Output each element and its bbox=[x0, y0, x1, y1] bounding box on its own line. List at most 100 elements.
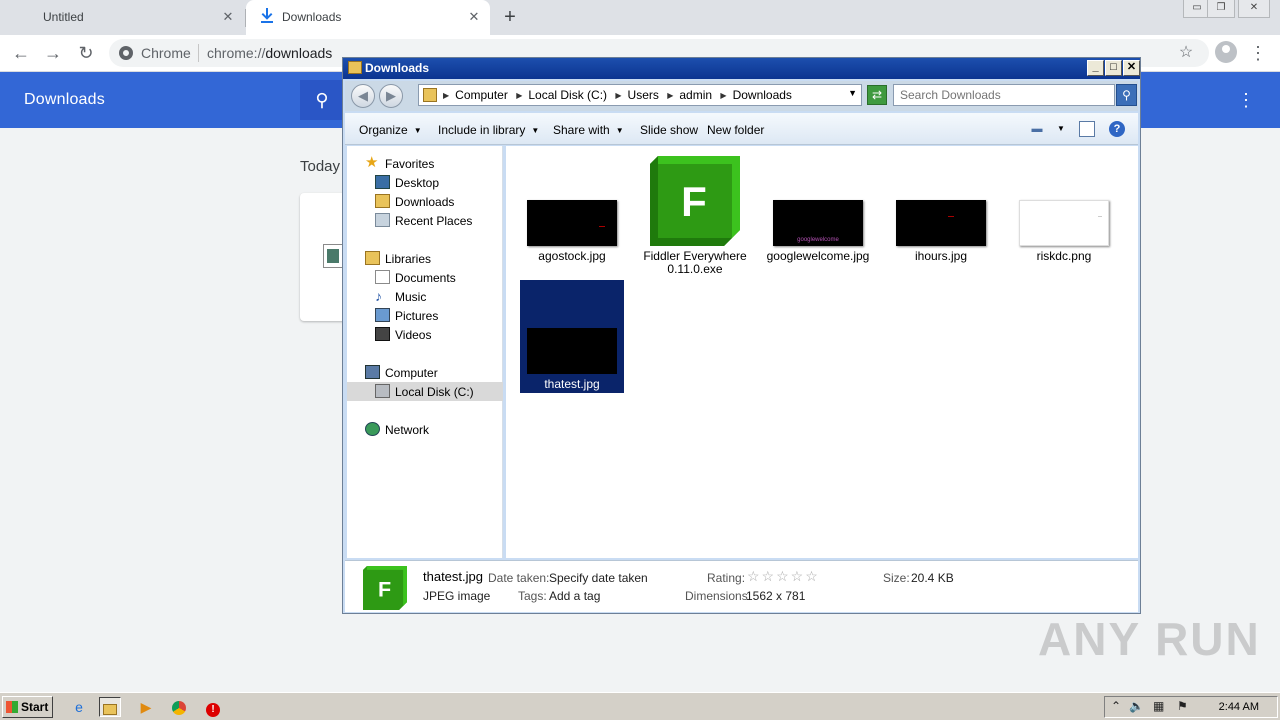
nav-network[interactable]: Network bbox=[347, 420, 503, 439]
breadcrumb-admin[interactable]: admin bbox=[679, 88, 712, 102]
file-item[interactable]: googlewelcome googlewelcome.jpg bbox=[766, 156, 870, 266]
chevron-up-icon[interactable]: ⌃ bbox=[1111, 699, 1121, 713]
network-tray-icon[interactable]: ▦ bbox=[1153, 699, 1164, 713]
nav-music[interactable]: ♪ Music bbox=[347, 287, 503, 306]
volume-icon[interactable]: 🔈 bbox=[1129, 699, 1144, 713]
back-arrow-icon[interactable]: ← bbox=[8, 40, 34, 66]
back-arrow-icon[interactable]: ◀ bbox=[351, 84, 375, 108]
help-icon[interactable]: ? bbox=[1109, 121, 1125, 137]
tab-title: Downloads bbox=[282, 10, 342, 24]
search-input[interactable] bbox=[893, 84, 1115, 106]
file-item[interactable]: agostock.jpg bbox=[520, 156, 624, 266]
thumb-text: googlewelcome bbox=[797, 237, 839, 243]
minimize-icon[interactable]: _ bbox=[1087, 60, 1104, 76]
menu-kebab-icon[interactable]: ⋮ bbox=[1245, 40, 1271, 66]
search-icon[interactable]: ⚲ bbox=[1116, 84, 1137, 106]
chevron-right-icon[interactable]: ▶ bbox=[615, 91, 621, 100]
image-thumbnail bbox=[896, 200, 986, 246]
svg-text:F: F bbox=[378, 577, 391, 601]
file-item[interactable]: F Fiddler Everywhere 0.11.0.exe bbox=[643, 156, 747, 276]
file-item-selected[interactable]: thatest.jpg bbox=[520, 280, 624, 393]
explorer-titlebar[interactable]: Downloads _ □ ✕ bbox=[343, 58, 1140, 79]
address-bar[interactable]: ▶ Computer ▶ Local Disk (C:) ▶ Users ▶ admin… bbox=[418, 84, 862, 106]
chevron-right-icon[interactable]: ▶ bbox=[516, 91, 522, 100]
nav-recent-places[interactable]: Recent Places bbox=[347, 211, 503, 230]
dimensions-label: Dimensions: bbox=[685, 589, 752, 603]
forward-arrow-icon[interactable]: ▶ bbox=[379, 84, 403, 108]
image-thumbnail bbox=[1019, 200, 1109, 246]
breadcrumb: ▶ Computer ▶ Local Disk (C:) ▶ Users ▶ admin… bbox=[443, 88, 797, 102]
close-window-icon[interactable]: ✕ bbox=[1238, 0, 1270, 18]
internet-explorer-icon[interactable]: e bbox=[68, 697, 90, 717]
tab-downloads[interactable]: Downloads ✕ bbox=[246, 0, 490, 35]
chevron-right-icon[interactable]: ▶ bbox=[667, 91, 673, 100]
nav-label: Computer bbox=[385, 366, 438, 380]
nav-videos[interactable]: Videos bbox=[347, 325, 503, 344]
slide-show-button[interactable]: Slide show bbox=[640, 123, 698, 137]
rating-stars[interactable]: ☆☆☆☆☆ bbox=[747, 568, 820, 585]
breadcrumb-downloads[interactable]: Downloads bbox=[733, 88, 792, 102]
size-value: 20.4 KB bbox=[911, 571, 954, 585]
section-today: Today bbox=[300, 158, 341, 175]
profile-avatar[interactable] bbox=[1215, 41, 1237, 63]
star-icon[interactable]: ☆ bbox=[1173, 40, 1199, 66]
close-icon[interactable]: ✕ bbox=[464, 7, 484, 27]
date-taken-value[interactable]: Specify date taken bbox=[549, 571, 648, 585]
tab-untitled[interactable]: Untitled ✕ bbox=[0, 0, 244, 35]
stop-icon[interactable]: ! bbox=[202, 697, 224, 717]
close-icon[interactable]: ✕ bbox=[1123, 60, 1140, 76]
clock[interactable]: 2:44 AM bbox=[1219, 701, 1259, 713]
file-item[interactable]: riskdc.png bbox=[1012, 156, 1116, 266]
file-name: Fiddler Everywhere 0.11.0.exe bbox=[643, 249, 747, 276]
restore-icon[interactable]: ❐ bbox=[1207, 0, 1235, 18]
breadcrumb-users[interactable]: Users bbox=[628, 88, 659, 102]
reload-icon[interactable]: ↻ bbox=[73, 40, 99, 66]
share-with-button[interactable]: Share with ▼ bbox=[553, 123, 624, 137]
chrome-taskbar-icon[interactable] bbox=[168, 697, 190, 717]
nav-documents[interactable]: Documents bbox=[347, 268, 503, 287]
star-icon: ★ bbox=[365, 154, 379, 171]
navigation-pane: ★ Favorites Desktop Downloads Recent Plac… bbox=[347, 146, 503, 558]
new-tab-button[interactable]: + bbox=[498, 5, 522, 29]
nav-desktop[interactable]: Desktop bbox=[347, 173, 503, 192]
file-name: agostock.jpg bbox=[538, 249, 606, 263]
nav-favorites[interactable]: ★ Favorites bbox=[347, 154, 503, 173]
file-item[interactable]: ihours.jpg bbox=[889, 156, 993, 266]
start-button[interactable]: Start bbox=[2, 696, 53, 718]
more-actions-icon[interactable]: ⋮ bbox=[1236, 88, 1256, 112]
close-icon[interactable]: ✕ bbox=[218, 7, 238, 27]
maximize-icon[interactable]: □ bbox=[1105, 60, 1122, 76]
libraries-icon bbox=[365, 251, 380, 265]
action-center-flag-icon[interactable]: ⚑ bbox=[1177, 699, 1188, 713]
share-label: Share with bbox=[553, 123, 610, 137]
tags-label: Tags: bbox=[518, 589, 547, 603]
organize-button[interactable]: Organize ▼ bbox=[359, 123, 422, 137]
chevron-down-icon[interactable]: ▼ bbox=[1053, 121, 1069, 137]
nav-downloads[interactable]: Downloads bbox=[347, 192, 503, 211]
breadcrumb-computer[interactable]: Computer bbox=[455, 88, 508, 102]
nav-label: Pictures bbox=[395, 309, 439, 323]
preview-pane-icon[interactable] bbox=[1079, 121, 1095, 137]
media-player-icon[interactable]: ▶ bbox=[135, 697, 157, 717]
breadcrumb-localdisk[interactable]: Local Disk (C:) bbox=[528, 88, 607, 102]
explorer-taskbar-icon[interactable] bbox=[99, 697, 121, 717]
chevron-down-icon[interactable]: ▼ bbox=[848, 88, 857, 98]
chevron-down-icon: ▼ bbox=[531, 126, 540, 135]
refresh-icon[interactable]: ⇄ bbox=[867, 85, 887, 105]
new-folder-button[interactable]: New folder bbox=[707, 123, 764, 137]
tags-value[interactable]: Add a tag bbox=[549, 589, 600, 603]
pictures-icon bbox=[375, 308, 390, 322]
nav-libraries[interactable]: Libraries bbox=[347, 249, 503, 268]
nav-pictures[interactable]: Pictures bbox=[347, 306, 503, 325]
fiddler-icon: F bbox=[650, 156, 740, 246]
nav-local-disk[interactable]: Local Disk (C:) bbox=[347, 382, 503, 401]
taskbar: Start e ▶ ! ⌃ 🔈 ▦ ⚑ 2:44 AM bbox=[0, 692, 1280, 720]
include-in-library-button[interactable]: Include in library ▼ bbox=[438, 123, 539, 137]
music-icon: ♪ bbox=[375, 288, 382, 304]
search-icon[interactable]: ⚲ bbox=[300, 80, 344, 120]
nav-computer[interactable]: Computer bbox=[347, 363, 503, 382]
chevron-right-icon[interactable]: ▶ bbox=[720, 91, 726, 100]
change-view-icon[interactable]: ▬ bbox=[1029, 121, 1045, 137]
forward-arrow-icon[interactable]: → bbox=[40, 40, 66, 66]
chevron-right-icon[interactable]: ▶ bbox=[443, 91, 449, 100]
